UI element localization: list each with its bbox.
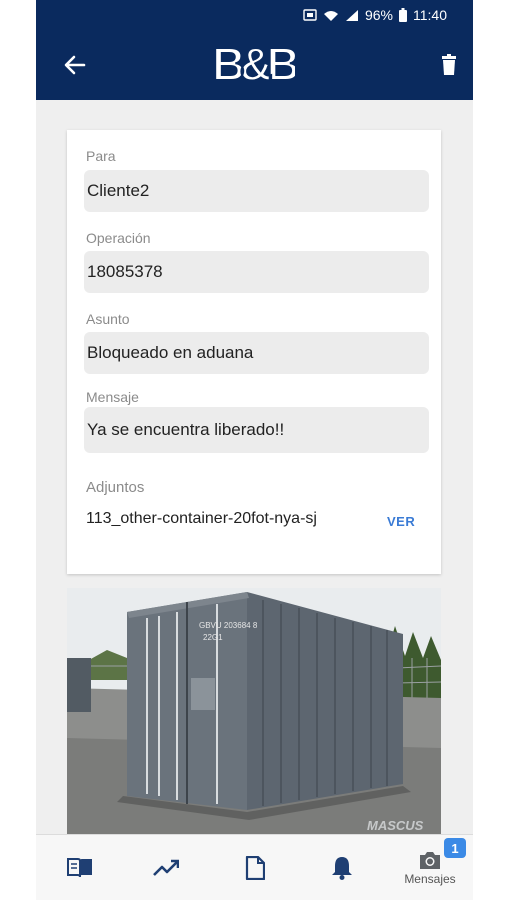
clock: 11:40: [413, 7, 447, 23]
mensaje-field[interactable]: Ya se encuentra liberado!!: [84, 407, 429, 453]
nav-notifications[interactable]: [312, 835, 372, 900]
wifi-icon: [323, 9, 339, 22]
sim-icon: [303, 9, 317, 21]
nav-stats[interactable]: [136, 835, 196, 900]
para-field[interactable]: Cliente2: [84, 170, 429, 212]
delete-button[interactable]: [439, 54, 459, 76]
nav-messages-label: Mensajes: [404, 872, 456, 886]
signal-icon: [345, 9, 359, 22]
battery-percent: 96%: [364, 7, 393, 23]
battery-icon: [399, 8, 407, 22]
asunto-field[interactable]: Bloqueado en aduana: [84, 332, 429, 374]
operacion-field[interactable]: 18085378: [84, 251, 429, 293]
attachment-filename: 113_other-container-20fot-nya-sj: [86, 510, 317, 527]
trash-icon: [442, 54, 456, 75]
bell-icon: [332, 857, 352, 880]
asunto-label: Asunto: [86, 311, 130, 327]
messages-count-badge: 1: [444, 838, 466, 858]
arrow-left-icon: [64, 55, 86, 75]
logo-text: B&B: [212, 38, 295, 90]
adjuntos-label: Adjuntos: [86, 479, 145, 496]
bottom-navigation: Mensajes: [36, 834, 473, 900]
back-button[interactable]: [62, 52, 88, 78]
para-label: Para: [86, 148, 116, 164]
nav-book[interactable]: [50, 835, 110, 900]
container-marking-1: GBVU 203684 8: [199, 621, 258, 630]
book-icon: [67, 858, 92, 878]
container-marking-2: 22G1: [203, 633, 223, 642]
view-attachment-button[interactable]: VER: [387, 514, 415, 529]
attachment-preview-image: GBVU 203684 8 22G1 MASCUS: [67, 588, 441, 838]
camera-icon: [420, 852, 440, 869]
nav-documents[interactable]: [225, 835, 285, 900]
app-screen: 96% 11:40 B&B Para Cliente2 Operación 18…: [36, 0, 473, 900]
watermark: MASCUS: [367, 818, 424, 833]
mensaje-label: Mensaje: [86, 389, 139, 405]
app-header: B&B: [36, 30, 473, 100]
trending-up-icon: [153, 859, 179, 876]
document-icon: [245, 856, 265, 880]
brand-logo: B&B: [211, 36, 305, 92]
status-bar: 96% 11:40: [36, 0, 473, 30]
operacion-label: Operación: [86, 230, 151, 246]
message-card: Para Cliente2 Operación 18085378 Asunto …: [67, 130, 441, 574]
